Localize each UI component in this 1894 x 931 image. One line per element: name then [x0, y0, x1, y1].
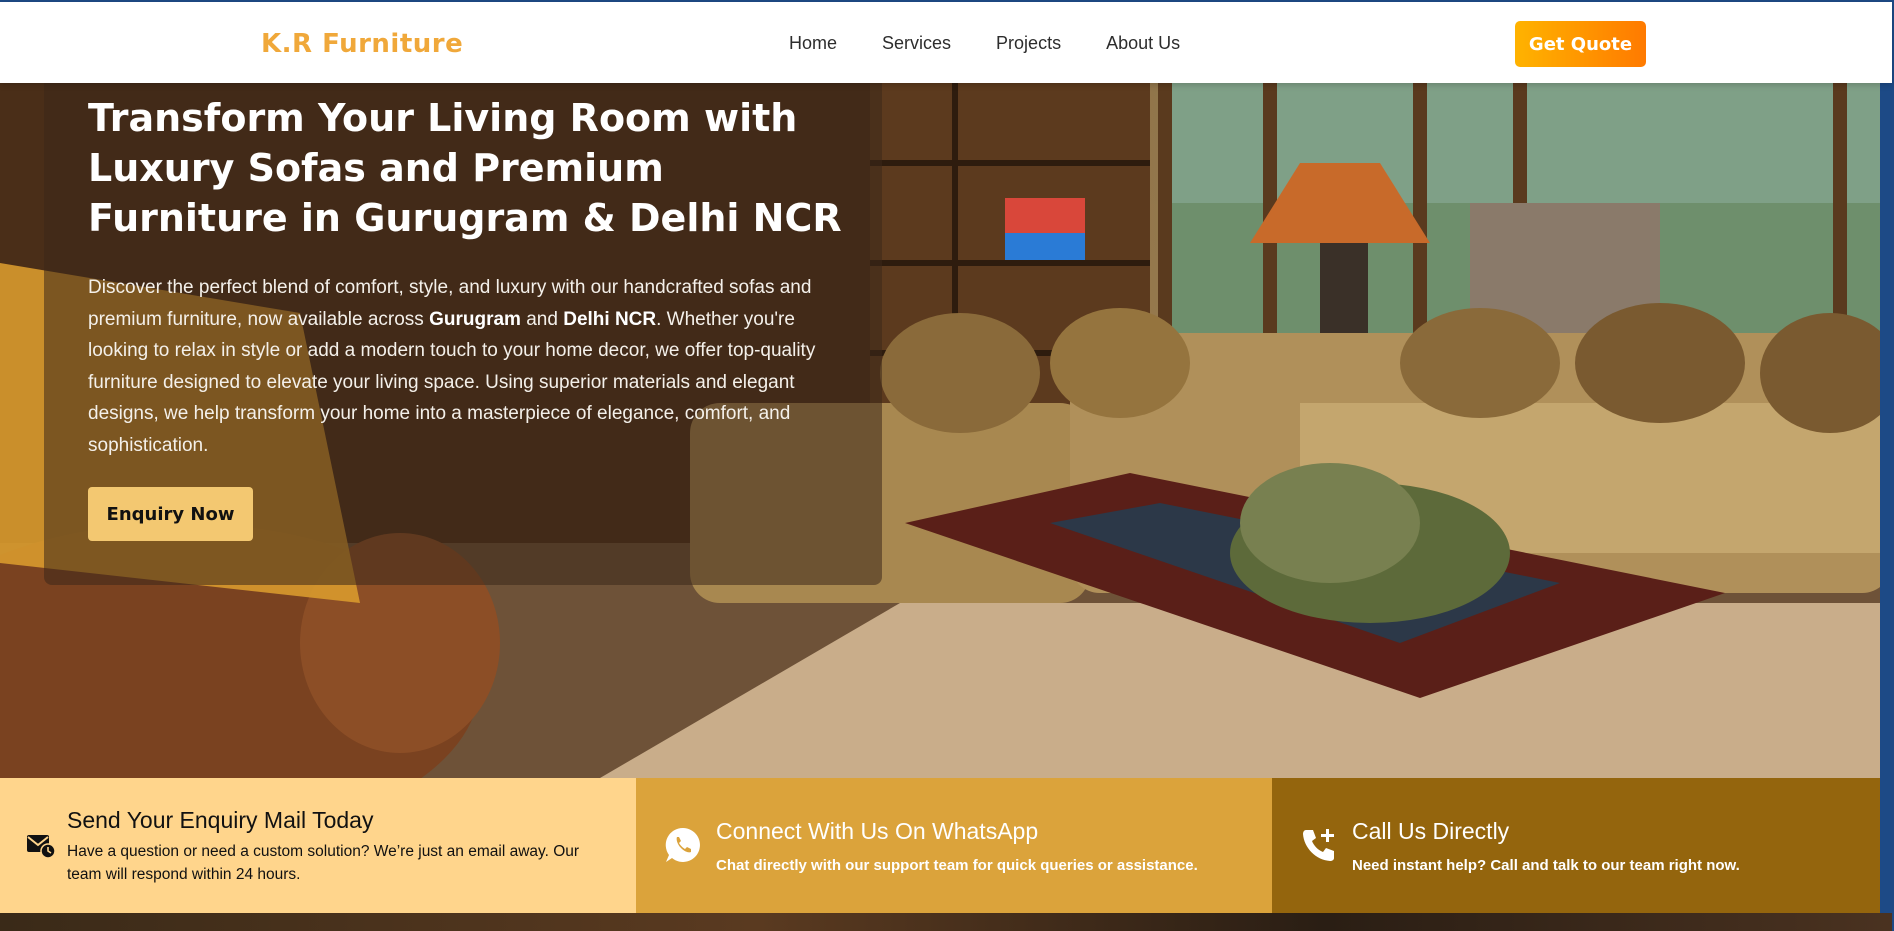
hero-text-part: and	[520, 308, 564, 330]
contact-strip: Send Your Enquiry Mail Today Have a ques…	[0, 778, 1892, 913]
hero-text-part: . Whether you're looking to relax in sty…	[88, 308, 816, 456]
nav-projects[interactable]: Projects	[996, 33, 1061, 54]
hero-bold-gurugram: Gurugram	[429, 308, 521, 330]
phone-plus-icon	[1303, 829, 1334, 861]
nav-home[interactable]: Home	[789, 33, 837, 54]
mail-card-title: Send Your Enquiry Mail Today	[67, 807, 374, 833]
hero-section: Transform Your Living Room with Luxury S…	[0, 83, 1892, 778]
whatsapp-card[interactable]: Connect With Us On WhatsApp Chat directl…	[636, 778, 1272, 913]
mail-card[interactable]: Send Your Enquiry Mail Today Have a ques…	[0, 778, 636, 913]
nav-services[interactable]: Services	[882, 33, 951, 54]
hero-description: Discover the perfect blend of comfort, s…	[88, 272, 843, 461]
hero-title: Transform Your Living Room with Luxury S…	[88, 96, 842, 240]
mail-card-text: Have a question or need a custom solutio…	[67, 843, 580, 883]
get-quote-button[interactable]: Get Quote	[1515, 21, 1646, 67]
call-card[interactable]: Call Us Directly Need instant help? Call…	[1272, 778, 1892, 913]
main-nav: Home Services Projects About Us	[789, 33, 1180, 54]
mail-clock-icon	[27, 835, 56, 859]
nav-about-us[interactable]: About Us	[1106, 33, 1180, 54]
call-card-title: Call Us Directly	[1352, 818, 1510, 844]
scrollbar[interactable]	[1880, 83, 1892, 913]
whatsapp-card-text: Chat directly with our support team for …	[716, 857, 1198, 874]
hero-bold-delhi-ncr: Delhi NCR	[563, 308, 657, 330]
call-card-text: Need instant help? Call and talk to our …	[1352, 857, 1740, 874]
site-header: K.R Furniture Home Services Projects Abo…	[0, 2, 1892, 83]
whatsapp-icon	[665, 827, 700, 862]
logo[interactable]: K.R Furniture	[261, 29, 463, 59]
whatsapp-card-title: Connect With Us On WhatsApp	[716, 818, 1039, 844]
enquiry-now-button[interactable]: Enquiry Now	[88, 487, 253, 541]
bottom-image-edge	[0, 913, 1892, 931]
